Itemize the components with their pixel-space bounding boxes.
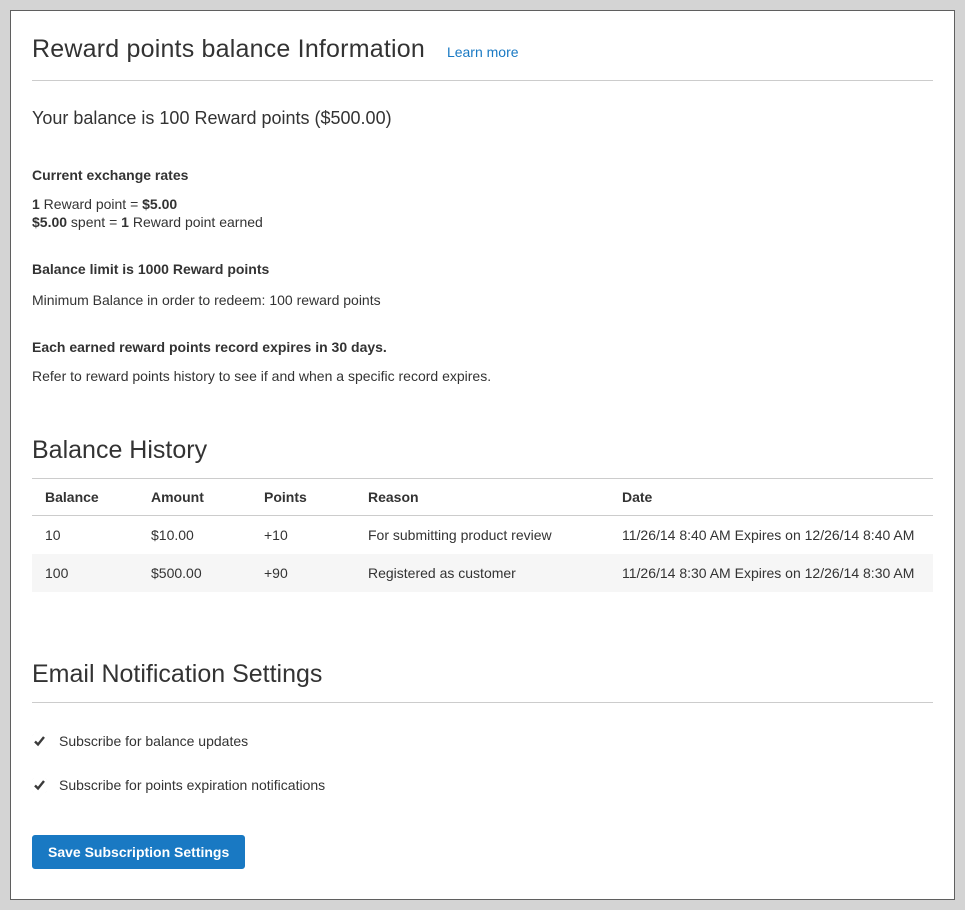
page-header: Reward points balance Information Learn … xyxy=(32,35,933,81)
table-row: 10$10.00+10For submitting product review… xyxy=(32,516,933,555)
table-cell: 10 xyxy=(32,516,138,555)
reward-points-card: Reward points balance Information Learn … xyxy=(10,10,955,900)
page-title: Reward points balance Information xyxy=(32,35,425,64)
exchange-rate-line-1: 1 Reward point = $5.00 xyxy=(32,195,933,213)
table-header-cell: Amount xyxy=(138,479,251,516)
table-header-cell: Date xyxy=(609,479,933,516)
table-cell: 100 xyxy=(32,554,138,592)
checkbox-row-balance-updates: Subscribe for balance updates xyxy=(32,733,933,749)
rate1-value: $5.00 xyxy=(142,196,177,212)
table-row: 100$500.00+90Registered as customer11/26… xyxy=(32,554,933,592)
table-header-cell: Points xyxy=(251,479,355,516)
table-cell: 11/26/14 8:40 AM Expires on 12/26/14 8:4… xyxy=(609,516,933,555)
exchange-rates-heading: Current exchange rates xyxy=(32,167,933,183)
rate1-text: Reward point = xyxy=(40,196,142,212)
table-cell: +10 xyxy=(251,516,355,555)
balance-updates-checkbox[interactable] xyxy=(32,734,47,749)
balance-summary: Your balance is 100 Reward points ($500.… xyxy=(32,108,933,129)
table-header-cell: Reason xyxy=(355,479,609,516)
save-subscription-button[interactable]: Save Subscription Settings xyxy=(32,835,245,869)
checkbox-row-expiration-notifications: Subscribe for points expiration notifica… xyxy=(32,777,933,793)
table-header-row: BalanceAmountPointsReasonDate xyxy=(32,479,933,516)
balance-limit-text: Balance limit is 1000 Reward points xyxy=(32,261,933,277)
rate2-value: $5.00 xyxy=(32,214,67,230)
rate2-text: spent = xyxy=(67,214,121,230)
table-cell: 11/26/14 8:30 AM Expires on 12/26/14 8:3… xyxy=(609,554,933,592)
balance-history-table: BalanceAmountPointsReasonDate 10$10.00+1… xyxy=(32,479,933,592)
balance-updates-label[interactable]: Subscribe for balance updates xyxy=(59,733,248,749)
rate1-points: 1 xyxy=(32,196,40,212)
rate2-points: 1 xyxy=(121,214,129,230)
rate2-suffix: Reward point earned xyxy=(129,214,263,230)
email-settings-title: Email Notification Settings xyxy=(32,660,933,703)
table-cell: For submitting product review xyxy=(355,516,609,555)
table-cell: +90 xyxy=(251,554,355,592)
table-cell: $500.00 xyxy=(138,554,251,592)
balance-history-title: Balance History xyxy=(32,436,933,479)
expiry-note-text: Refer to reward points history to see if… xyxy=(32,368,933,384)
learn-more-link[interactable]: Learn more xyxy=(447,44,519,60)
expiry-text: Each earned reward points record expires… xyxy=(32,339,933,355)
table-header-cell: Balance xyxy=(32,479,138,516)
expiration-notifications-label[interactable]: Subscribe for points expiration notifica… xyxy=(59,777,325,793)
table-cell: Registered as customer xyxy=(355,554,609,592)
min-balance-text: Minimum Balance in order to redeem: 100 … xyxy=(32,292,933,308)
exchange-rate-line-2: $5.00 spent = 1 Reward point earned xyxy=(32,213,933,231)
expiration-notifications-checkbox[interactable] xyxy=(32,778,47,793)
table-cell: $10.00 xyxy=(138,516,251,555)
